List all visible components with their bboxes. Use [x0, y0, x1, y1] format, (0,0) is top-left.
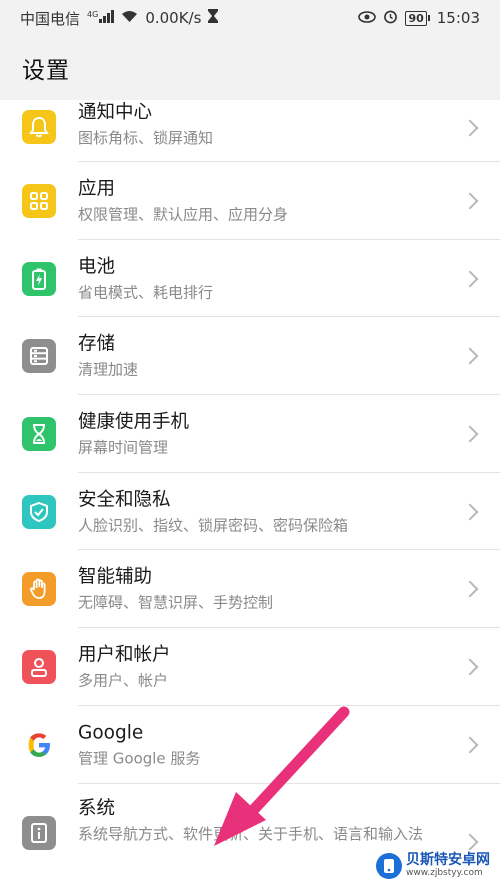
settings-item-title: 系统: [78, 797, 116, 819]
wifi-icon: [121, 9, 138, 27]
google-icon: [22, 727, 56, 762]
watermark-name: 贝斯特安卓网: [406, 852, 490, 868]
page-title: 设置: [22, 58, 70, 84]
settings-item-subtitle: 图标角标、锁屏通知: [78, 129, 214, 147]
settings-item-subtitle: 清理加速: [78, 360, 139, 379]
watermark: 贝斯特安卓网 www.zjbstyy.com: [372, 850, 494, 881]
chevron-right-icon: [461, 270, 479, 288]
chevron-right-icon: [461, 658, 479, 676]
page-header: 设置: [0, 36, 500, 100]
apps-grid-icon: [22, 183, 56, 218]
settings-item-subtitle: 人脸识别、指纹、锁屏密码、密码保险箱: [78, 516, 349, 535]
user-icon: [22, 649, 56, 684]
chevron-right-icon: [461, 580, 479, 598]
status-bar: 中国电信 4G 0.00K/s 90 15:03: [0, 0, 500, 36]
settings-item-subtitle: 管理 Google 服务: [78, 749, 201, 768]
storage-icon: [22, 339, 56, 374]
chevron-right-icon: [461, 425, 479, 443]
settings-item-digital-balance[interactable]: 健康使用手机 屏幕时间管理: [0, 395, 500, 473]
alarm-icon: [383, 9, 398, 28]
settings-item-title: 应用: [78, 178, 116, 200]
settings-item-subtitle: 多用户、帐户: [78, 671, 169, 690]
settings-item-subtitle: 系统导航方式、软件更新、关于手机、语言和输入法: [78, 824, 424, 843]
carrier-label: 中国电信: [20, 9, 81, 28]
settings-item-storage[interactable]: 存储 清理加速: [0, 317, 500, 396]
hand-icon: [22, 572, 56, 607]
watermark-url: www.zjbstyy.com: [406, 868, 483, 878]
settings-item-subtitle: 无障碍、智慧识屏、手势控制: [78, 593, 274, 612]
shield-icon: [22, 494, 56, 529]
settings-item-users-accounts[interactable]: 用户和帐户 多用户、帐户: [0, 628, 500, 706]
settings-item-title: 安全和隐私: [78, 489, 171, 511]
chevron-right-icon: [461, 347, 479, 365]
eye-icon: [358, 9, 377, 27]
clock: 15:03: [436, 9, 480, 27]
chevron-right-icon: [461, 833, 479, 850]
info-icon: [22, 815, 56, 850]
settings-item-title: 通知中心: [78, 102, 153, 123]
network-speed: 0.00K/s: [145, 9, 202, 27]
settings-item-smart-assistance[interactable]: 智能辅助 无障碍、智慧识屏、手势控制: [0, 550, 500, 629]
settings-item-security-privacy[interactable]: 安全和隐私 人脸识别、指纹、锁屏密码、密码保险箱: [0, 473, 500, 551]
chevron-right-icon: [461, 736, 479, 754]
settings-item-title: Google: [78, 722, 144, 744]
settings-list[interactable]: 通知中心 图标角标、锁屏通知 应用 权限管理、默认应用、应用分身 电池 省电模式…: [0, 100, 500, 889]
settings-item-title: 存储: [78, 333, 116, 355]
battery-icon: [22, 261, 56, 296]
signal-icon: 4G: [87, 9, 115, 27]
settings-item-title: 电池: [78, 256, 116, 278]
chevron-right-icon: [461, 119, 479, 137]
watermark-logo-icon: [376, 852, 402, 879]
settings-item-title: 智能辅助: [78, 566, 153, 588]
settings-item-title: 健康使用手机: [78, 411, 190, 433]
battery-status-icon: 90: [405, 10, 430, 26]
hourglass-status-icon: [208, 9, 219, 27]
bell-icon: [22, 110, 56, 144]
chevron-right-icon: [461, 192, 479, 210]
settings-item-subtitle: 屏幕时间管理: [78, 438, 169, 457]
hourglass-icon: [22, 416, 56, 451]
settings-item-subtitle: 省电模式、耗电排行: [78, 283, 214, 302]
chevron-right-icon: [461, 503, 479, 521]
settings-item-battery[interactable]: 电池 省电模式、耗电排行: [0, 240, 500, 318]
settings-item-notification-center[interactable]: 通知中心 图标角标、锁屏通知: [0, 100, 500, 162]
settings-item-subtitle: 权限管理、默认应用、应用分身: [78, 205, 289, 224]
settings-item-google[interactable]: Google 管理 Google 服务: [0, 706, 500, 784]
settings-item-title: 用户和帐户: [78, 644, 171, 666]
settings-item-apps[interactable]: 应用 权限管理、默认应用、应用分身: [0, 162, 500, 240]
